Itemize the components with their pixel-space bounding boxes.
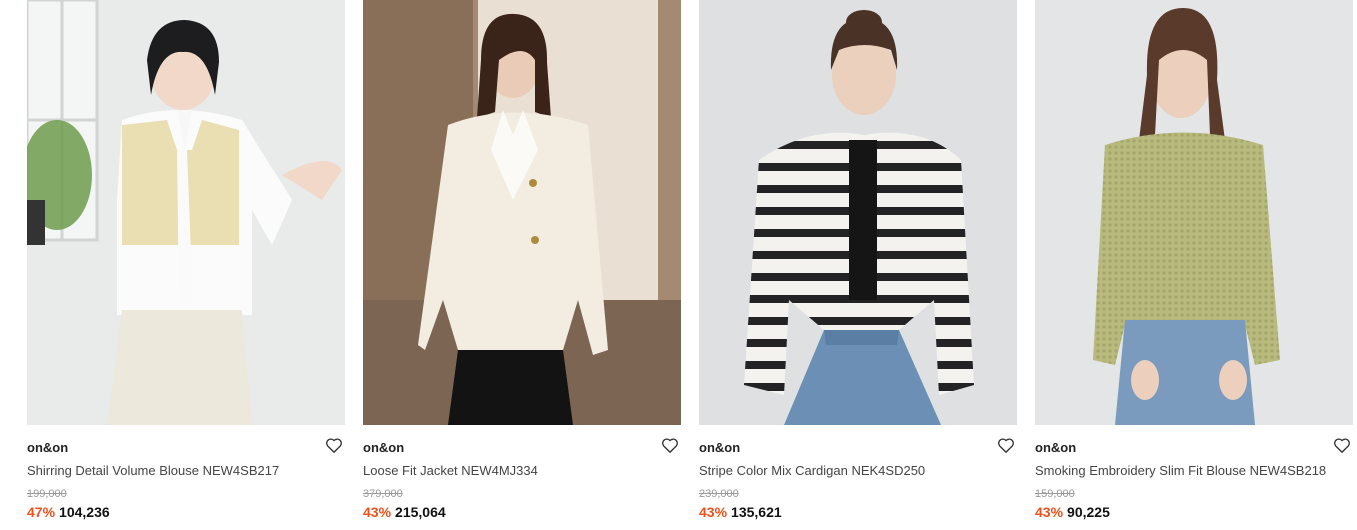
- discount-rate: 43%: [699, 504, 728, 520]
- product-brand[interactable]: on&on: [27, 440, 68, 455]
- product-brand[interactable]: on&on: [363, 440, 404, 455]
- sale-price: 90,225: [1067, 504, 1110, 520]
- original-price: 159,000: [1035, 488, 1075, 500]
- product-card[interactable]: on&on Stripe Color Mix Cardigan NEK4SD25…: [699, 0, 1017, 530]
- heart-outline-icon[interactable]: [997, 437, 1015, 454]
- sale-price: 104,236: [59, 504, 110, 520]
- heart-outline-icon[interactable]: [1333, 437, 1351, 454]
- original-price: 199,000: [27, 488, 67, 500]
- product-name[interactable]: Smoking Embroidery Slim Fit Blouse NEW4S…: [1035, 463, 1326, 478]
- product-name[interactable]: Stripe Color Mix Cardigan NEK4SD250: [699, 463, 925, 478]
- product-name[interactable]: Loose Fit Jacket NEW4MJ334: [363, 463, 538, 478]
- product-image[interactable]: [1035, 0, 1353, 425]
- product-image[interactable]: [27, 0, 345, 425]
- price-row: 47% 104,236: [27, 504, 110, 520]
- discount-rate: 47%: [27, 504, 56, 520]
- product-name[interactable]: Shirring Detail Volume Blouse NEW4SB217: [27, 463, 279, 478]
- product-card[interactable]: on&on Smoking Embroidery Slim Fit Blouse…: [1035, 0, 1353, 530]
- original-price: 379,000: [363, 488, 403, 500]
- price-row: 43% 90,225: [1035, 504, 1110, 520]
- sale-price: 135,621: [731, 504, 782, 520]
- product-image[interactable]: [363, 0, 681, 425]
- price-row: 43% 135,621: [699, 504, 782, 520]
- discount-rate: 43%: [1035, 504, 1064, 520]
- price-row: 43% 215,064: [363, 504, 446, 520]
- sale-price: 215,064: [395, 504, 446, 520]
- product-brand[interactable]: on&on: [699, 440, 740, 455]
- heart-outline-icon[interactable]: [325, 437, 343, 454]
- product-brand[interactable]: on&on: [1035, 440, 1076, 455]
- product-card[interactable]: on&on Loose Fit Jacket NEW4MJ334 379,000…: [363, 0, 681, 530]
- discount-rate: 43%: [363, 504, 392, 520]
- heart-outline-icon[interactable]: [661, 437, 679, 454]
- original-price: 239,000: [699, 488, 739, 500]
- product-card[interactable]: on&on Shirring Detail Volume Blouse NEW4…: [27, 0, 345, 530]
- product-image[interactable]: [699, 0, 1017, 425]
